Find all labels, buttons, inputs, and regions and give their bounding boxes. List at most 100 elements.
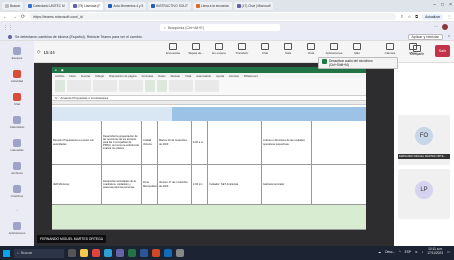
pause-icon [215,43,223,50]
tab-favicon-icon [236,4,241,8]
tab-favicon-icon [5,4,9,8]
browser-tab[interactable]: (17) Chat | Microsoft [233,2,274,10]
app-icon[interactable] [176,249,184,257]
hold-button[interactable]: En espera [208,43,230,55]
participant-avatar: FO [415,127,433,145]
share-icon[interactable]: ⇪ [400,14,403,19]
lang-indicator[interactable]: ESP [405,250,411,254]
edge-icon[interactable] [104,249,112,257]
browser-tab[interactable]: INSTRUCTIVO SOLIT [148,2,191,10]
apps-button[interactable]: Aplicaciones [323,43,345,55]
browser-tab[interactable]: Buscar [2,2,23,10]
camera-button[interactable]: Cámara [379,43,401,55]
browser-tab-active[interactable]: (75) Llamada (F [69,2,104,10]
task-view-icon[interactable] [68,249,76,257]
cloud-icon [12,185,21,193]
teams-header: ⋮⋮ ⌕ Búsqueda (Ctrl+Alt+E) ··· [0,22,454,33]
number-group[interactable] [119,80,143,92]
weather-icon[interactable]: ☁ [378,250,381,254]
teams-icon[interactable] [116,249,124,257]
rail-item-apps[interactable]: Aplicaciones [9,222,25,235]
outlook-icon[interactable] [164,249,172,257]
browser-tab[interactable]: Llena a la encuesta [192,2,232,10]
forward-icon[interactable]: → [12,14,17,20]
column-headers [52,101,366,105]
share-screen-icon [413,45,421,52]
apps-icon [13,222,21,230]
table-format-icon[interactable] [157,80,167,92]
view-icon [307,43,315,50]
url-field[interactable]: https://teams.microsoft.com/_#/ [29,13,397,20]
presenter-label: FERNANDO MIGUEL MARTES ORTEGA [37,235,107,243]
rail-item-onedrive[interactable]: OneDrive [11,185,23,198]
rail-item-chat[interactable]: Chat [13,93,21,106]
maximize-icon[interactable]: □ [441,2,444,8]
apply-restart-button[interactable]: Aplicar y reiniciar [407,34,443,40]
rail-item-calendar[interactable]: Calendario [10,116,24,129]
conditional-format-icon[interactable] [145,80,155,92]
close-icon[interactable]: × [448,34,450,40]
card-icon [192,43,200,50]
participant-tile[interactable]: LP [398,169,450,219]
room-button[interactable]: Sala [277,43,299,55]
extensions-icon[interactable]: ⧉ [415,14,418,19]
alignment-group[interactable] [93,80,117,92]
avatar[interactable] [442,24,448,30]
chevron-up-icon[interactable]: ^ [399,250,401,254]
browser-tab[interactable]: Acta Momentos 4 y 5 [105,2,147,10]
cells-group[interactable] [169,80,193,92]
transfer-button[interactable]: Transferir [231,43,253,55]
powerpoint-icon[interactable] [152,249,160,257]
participant-tile[interactable]: FO FERNANDO MIGUEL MARTES ORTE... [398,115,450,165]
chat-button[interactable]: Chat [254,43,276,55]
rail-item-activity[interactable]: Actividad [11,70,23,83]
polls-button[interactable]: Encuestas [162,43,184,55]
table-row[interactable]: JER Monterey Desarrollar actividades de … [52,165,366,205]
star-icon[interactable]: ☆ [408,14,412,19]
back-icon[interactable]: ← [3,14,8,20]
clock[interactable]: 10:11 a.m. 17/11/2023 [427,247,443,256]
rail-item-teams[interactable]: Equipos [12,47,22,60]
rail-item-more[interactable]: ... [16,208,19,212]
close-icon[interactable]: × [449,2,452,8]
card-button[interactable]: Tarjeta de... [185,43,207,55]
excel-icon[interactable] [128,249,136,257]
sheet-grid[interactable]: Reunión Preparatoria a reunión con autor… [52,107,366,230]
menu-icon[interactable]: ⋮ [447,14,451,19]
table-header-row [52,107,366,121]
file-explorer-icon[interactable] [80,249,88,257]
meeting-timer: 15:44 [43,49,55,55]
info-icon [8,34,12,39]
table-row[interactable] [52,205,366,230]
share-button[interactable]: Compartir [410,45,424,56]
paste-icon[interactable] [55,80,65,92]
taskbar-search[interactable]: ⌕ Buscar [14,248,64,258]
browser-tab[interactable]: Calendario UNITEC M [24,2,68,10]
view-button[interactable]: Vista [300,43,322,55]
search-input[interactable]: ⌕ Búsqueda (Ctrl+Alt+E) [160,24,280,31]
more-icon[interactable]: ··· [434,24,438,30]
app-launcher-icon[interactable]: ⋮⋮ [3,25,13,31]
editing-group[interactable] [195,80,219,92]
table-row[interactable]: Reunión Preparatoria a reunión con autor… [52,121,366,165]
more-button[interactable]: Más [346,43,368,55]
volume-icon[interactable]: ♪ [422,250,424,254]
notifications-icon[interactable]: ▭ [447,250,450,254]
minimize-icon[interactable]: – [433,2,436,8]
rail-item-calls[interactable]: Llamadas [10,139,24,152]
chrome-icon[interactable] [92,249,100,257]
font-group[interactable] [67,80,91,92]
windows-start-icon[interactable] [3,249,10,257]
left-rail: Equipos Actividad Chat Calendario Llamad… [0,41,34,246]
phone-icon [12,139,21,147]
excel-window: ● ▣ Archivo Inicio Insertar Dibujar Disp… [52,67,366,230]
participant-avatar: LP [415,181,433,199]
shield-icon: ◇ [37,49,41,54]
rail-item-files[interactable]: Archivos [11,162,23,175]
leave-button[interactable]: Salir [434,45,450,57]
wifi-icon[interactable]: ≋ [415,250,418,254]
reload-icon[interactable]: ⟳ [21,14,25,20]
update-button[interactable]: Actualizar [422,13,443,20]
mic-tooltip: Desactivar audio del micrófono (Ctrl+Shi… [318,57,398,69]
word-icon[interactable] [140,249,148,257]
